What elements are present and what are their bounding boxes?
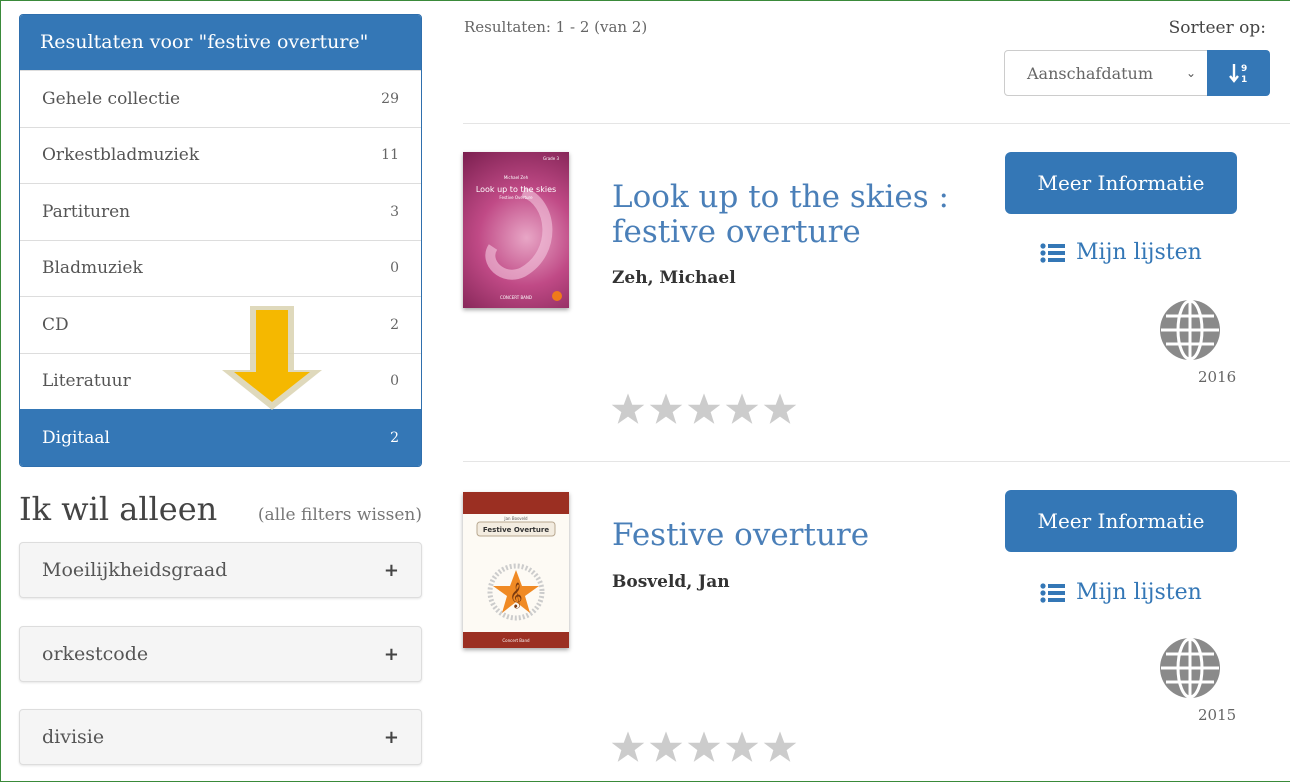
my-lists-link[interactable]: Mijn lijsten: [1040, 240, 1202, 265]
facet-partituren[interactable]: Partituren 3: [20, 183, 421, 240]
filter-label: orkestcode: [42, 643, 149, 665]
cover-composer: Michael Zeh: [504, 175, 529, 180]
filters-heading: Ik wil alleen (alle filters wissen): [19, 490, 422, 528]
cover-image[interactable]: Grade 3 Michael Zeh Look up to the skies…: [463, 152, 569, 308]
star-icon[interactable]: [648, 392, 684, 426]
chevron-down-icon: ⌄: [1185, 66, 1196, 80]
star-icon[interactable]: [762, 730, 798, 764]
cover-art: Jan Bosveld Festive Overture 𝄞 Concert B…: [463, 492, 569, 648]
facet-label: Gehele collectie: [42, 88, 181, 109]
svg-text:1: 1: [1241, 75, 1247, 84]
cover-footer: CONCERT BAND: [500, 295, 532, 300]
filters-title: Ik wil alleen: [19, 490, 218, 528]
facet-count: 0: [390, 260, 399, 277]
star-icon[interactable]: [762, 392, 798, 426]
star-icon[interactable]: [648, 730, 684, 764]
facet-count: 3: [390, 203, 399, 220]
facet-cd[interactable]: CD 2: [20, 296, 421, 353]
my-lists-label: Mijn lijsten: [1076, 240, 1202, 265]
facet-label: Partituren: [42, 201, 131, 222]
facet-label: Literatuur: [42, 371, 131, 392]
result-divider: [463, 461, 1290, 462]
cover-footer: Concert Band: [502, 638, 530, 643]
cover-grade: Grade 3: [543, 156, 559, 161]
filter-label: Moeilijkheidsgraad: [42, 559, 228, 581]
facet-orkestbladmuziek[interactable]: Orkestbladmuziek 11: [20, 126, 421, 184]
my-lists-label: Mijn lijsten: [1076, 580, 1202, 605]
sort-select[interactable]: Aanschafdatum ⌄: [1004, 50, 1209, 96]
result-divider: [463, 123, 1290, 124]
star-icon[interactable]: [686, 730, 722, 764]
more-info-button[interactable]: Meer Informatie: [1005, 152, 1237, 214]
result-title[interactable]: Festive overture: [612, 518, 869, 553]
filter-divisie[interactable]: divisie +: [19, 709, 422, 765]
rating-stars[interactable]: [610, 730, 798, 764]
filter-orkestcode[interactable]: orkestcode +: [19, 626, 422, 682]
facet-bladmuziek[interactable]: Bladmuziek 0: [20, 239, 421, 297]
facet-count: 11: [381, 147, 399, 164]
down-arrow-icon: [222, 306, 322, 410]
cover-subtitle: Festive Overture: [499, 195, 533, 200]
facet-count: 0: [390, 373, 399, 390]
cover-title: Look up to the skies: [476, 185, 556, 194]
cover-composer: Jan Bosveld: [503, 516, 528, 521]
list-icon: [1040, 582, 1065, 603]
result-year: 2016: [1198, 368, 1237, 386]
plus-icon: +: [383, 726, 399, 748]
globe-icon: [1160, 299, 1220, 361]
facet-label: Orkestbladmuziek: [42, 145, 200, 166]
sort-numeric-icon: 9 1: [1228, 64, 1247, 84]
facet-label: Bladmuziek: [42, 258, 143, 279]
cover-image[interactable]: Jan Bosveld Festive Overture 𝄞 Concert B…: [463, 492, 569, 648]
sort-value: Aanschafdatum: [1027, 63, 1154, 83]
cover-art: Grade 3 Michael Zeh Look up to the skies…: [476, 156, 562, 301]
list-icon: [1040, 242, 1065, 263]
facet-digitaal[interactable]: Digitaal 2: [20, 409, 421, 466]
result-author: Bosveld, Jan: [612, 572, 730, 592]
facet-gehele-collectie[interactable]: Gehele collectie 29: [20, 70, 421, 127]
filter-label: divisie: [42, 726, 105, 748]
plus-icon: +: [383, 643, 399, 665]
facet-literatuur[interactable]: Literatuur 0: [20, 352, 421, 410]
filter-moeilijkheidsgraad[interactable]: Moeilijkheidsgraad +: [19, 542, 422, 598]
collection-facets: Resultaten voor "festive overture" Gehel…: [19, 14, 422, 467]
clear-filters-link[interactable]: (alle filters wissen): [258, 505, 422, 525]
result-title[interactable]: Look up to the skies : festive overture: [612, 180, 972, 250]
facet-count: 2: [390, 316, 399, 333]
result-year: 2015: [1198, 706, 1237, 724]
cover-title: Festive Overture: [483, 526, 549, 534]
svg-text:𝄞: 𝄞: [509, 582, 522, 608]
rating-stars[interactable]: [610, 392, 798, 426]
sort-direction-button[interactable]: 9 1: [1207, 50, 1270, 96]
globe-icon: [1160, 637, 1220, 699]
plus-icon: +: [383, 559, 399, 581]
star-icon[interactable]: [686, 392, 722, 426]
facets-heading: Resultaten voor "festive overture": [20, 15, 421, 70]
star-icon[interactable]: [610, 730, 646, 764]
facet-count: 2: [390, 429, 399, 446]
facet-label: Digitaal: [42, 427, 110, 448]
star-icon[interactable]: [724, 392, 760, 426]
star-icon[interactable]: [724, 730, 760, 764]
more-info-button[interactable]: Meer Informatie: [1005, 490, 1237, 552]
my-lists-link[interactable]: Mijn lijsten: [1040, 580, 1202, 605]
svg-text:9: 9: [1241, 64, 1247, 74]
facet-label: CD: [42, 314, 69, 335]
sort-label: Sorteer op:: [1168, 18, 1266, 38]
facet-count: 29: [381, 90, 399, 107]
star-icon[interactable]: [610, 392, 646, 426]
result-author: Zeh, Michael: [612, 268, 736, 288]
results-count: Resultaten: 1 - 2 (van 2): [464, 18, 648, 36]
